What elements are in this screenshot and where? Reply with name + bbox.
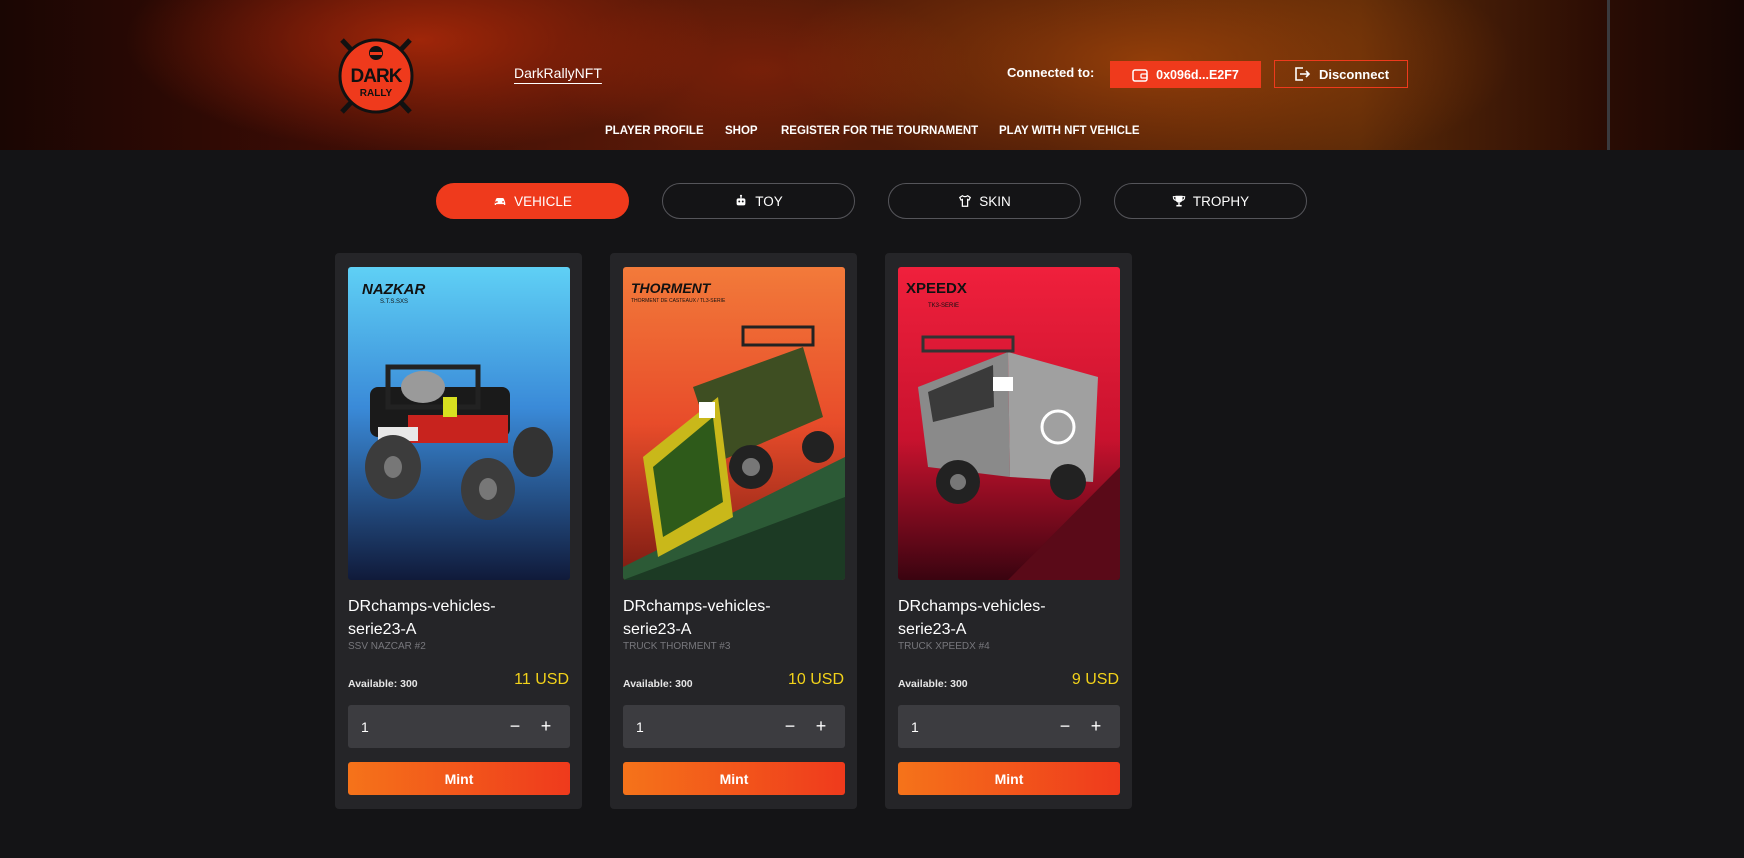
shirt-icon: [959, 195, 972, 207]
mint-button[interactable]: Mint: [898, 762, 1120, 795]
connected-label: Connected to:: [1007, 65, 1095, 80]
tab-label: TROPHY: [1192, 193, 1250, 209]
product-card: XPEEDX TK3-SERIE DRchamps-vehicles-serie…: [885, 253, 1132, 809]
disconnect-label: Disconnect: [1318, 66, 1390, 82]
main-nav: PLAYER PROFILE SHOP REGISTER FOR THE TOU…: [0, 125, 1744, 141]
svg-text:THORMENT: THORMENT: [631, 280, 712, 296]
card-price: 10 USD: [787, 671, 844, 688]
quantity-input[interactable]: [348, 705, 498, 748]
plus-icon[interactable]: +: [812, 717, 830, 735]
brand-link[interactable]: DarkRallyNFT: [514, 65, 602, 81]
tab-label: SKIN: [979, 193, 1011, 209]
card-title: DRchamps-vehicles-serie23-A: [898, 598, 1046, 638]
svg-text:RALLY: RALLY: [360, 88, 393, 99]
plus-icon[interactable]: +: [537, 717, 555, 735]
tab-vehicle[interactable]: VEHICLE: [436, 183, 629, 219]
quantity-input[interactable]: [898, 705, 1048, 748]
nav-player-profile[interactable]: PLAYER PROFILE: [605, 125, 704, 137]
nav-shop[interactable]: SHOP: [725, 125, 758, 137]
product-card: NAZKAR S.T.S.SXS DRchamps-vehicles-serie…: [335, 253, 582, 809]
vehicle-image[interactable]: THORMENT THORMENT DE CASTEAUX / TL3-SERI…: [623, 267, 845, 580]
wallet-icon: [1132, 68, 1148, 82]
dark-rally-logo[interactable]: DARK RALLY: [336, 36, 416, 116]
card-availability: Available: 300: [348, 678, 418, 690]
trophy-icon: [1172, 195, 1186, 207]
mint-button[interactable]: Mint: [348, 762, 570, 795]
logout-icon: [1295, 67, 1311, 81]
disconnect-button[interactable]: Disconnect: [1274, 60, 1408, 88]
car-icon: [494, 197, 506, 205]
card-subtitle: SSV NAZCAR #2: [348, 641, 426, 652]
quantity-input[interactable]: [623, 705, 773, 748]
wallet-address: 0x096d...E2F7: [1156, 67, 1239, 82]
minus-icon[interactable]: −: [781, 717, 799, 735]
wallet-address-button[interactable]: 0x096d...E2F7: [1110, 61, 1261, 88]
minus-icon[interactable]: −: [1056, 717, 1074, 735]
tab-toy[interactable]: TOY: [662, 183, 855, 219]
product-card: THORMENT THORMENT DE CASTEAUX / TL3-SERI…: [610, 253, 857, 809]
header-banner: DARK RALLY DarkRallyNFT Connected to: 0x…: [0, 0, 1744, 150]
nav-register-tournament[interactable]: REGISTER FOR THE TOURNAMENT: [781, 125, 978, 137]
robot-icon: [736, 194, 746, 206]
card-price: 11 USD: [514, 671, 569, 688]
svg-text:THORMENT DE CASTEAUX / TL3-SER: THORMENT DE CASTEAUX / TL3-SERIE: [631, 298, 726, 304]
vehicle-image[interactable]: XPEEDX TK3-SERIE: [898, 267, 1120, 580]
tab-label: VEHICLE: [514, 193, 572, 209]
tab-label: TOY: [755, 193, 783, 209]
card-availability: Available: 300: [898, 678, 968, 690]
quantity-stepper: − +: [348, 705, 570, 748]
quantity-stepper: − +: [898, 705, 1120, 748]
card-subtitle: TRUCK XPEEDX #4: [898, 641, 990, 652]
card-availability: Available: 300: [623, 678, 693, 690]
minus-icon[interactable]: −: [506, 717, 524, 735]
card-title: DRchamps-vehicles-serie23-A: [348, 598, 496, 638]
svg-text:DARK: DARK: [351, 66, 403, 87]
svg-text:XPEEDX: XPEEDX: [906, 280, 967, 297]
vehicle-image[interactable]: NAZKAR S.T.S.SXS: [348, 267, 570, 580]
card-price: 9 USD: [1071, 671, 1119, 688]
svg-text:NAZKAR: NAZKAR: [362, 281, 425, 298]
card-subtitle: TRUCK THORMENT #3: [623, 641, 731, 652]
quantity-stepper: − +: [623, 705, 845, 748]
svg-text:S.T.S.SXS: S.T.S.SXS: [380, 299, 408, 305]
tab-trophy[interactable]: TROPHY: [1114, 183, 1307, 219]
tab-skin[interactable]: SKIN: [888, 183, 1081, 219]
nav-play-nft-vehicle[interactable]: PLAY WITH NFT VEHICLE: [999, 125, 1140, 137]
mint-button[interactable]: Mint: [623, 762, 845, 795]
card-title: DRchamps-vehicles-serie23-A: [623, 598, 771, 638]
plus-icon[interactable]: +: [1087, 717, 1105, 735]
svg-text:TK3-SERIE: TK3-SERIE: [928, 303, 959, 309]
